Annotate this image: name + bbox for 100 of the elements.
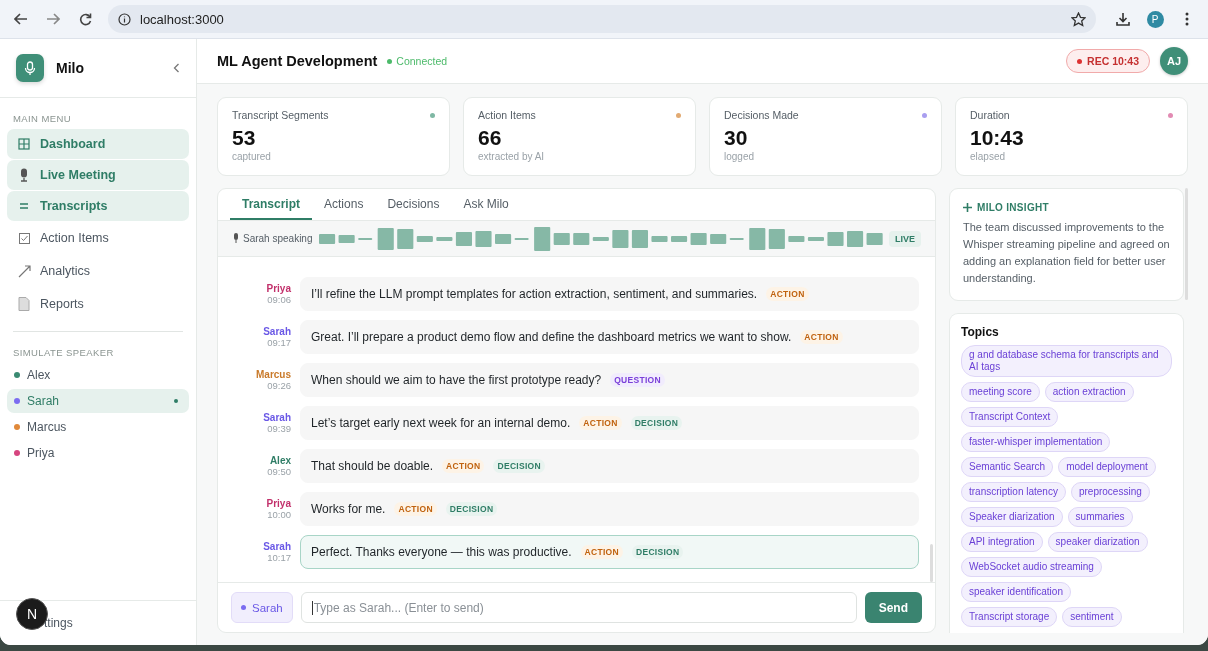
address-bar[interactable]: localhost:3000 <box>108 5 1096 33</box>
tag: ACTION <box>442 459 485 473</box>
message-text: Perfect. Thanks everyone — this was productive. <box>311 545 572 559</box>
timestamp: 10:17 <box>266 552 291 563</box>
stat-value: 30 <box>724 126 749 150</box>
stat-value: 53 <box>232 126 257 150</box>
tag: DECISION <box>445 502 498 516</box>
speaker-item[interactable]: Marcus <box>7 415 189 439</box>
topic-tag[interactable]: transcription latency <box>961 482 1066 502</box>
tag: DECISION <box>493 459 545 473</box>
tag: ACTION <box>800 330 843 344</box>
topic-tag[interactable]: model deployment <box>1058 457 1156 477</box>
checkbox-icon <box>18 232 30 244</box>
lines-icon <box>19 202 29 210</box>
live-badge: LIVE <box>889 230 921 247</box>
tab[interactable]: Ask Milo <box>451 189 521 220</box>
tab[interactable]: Actions <box>312 189 376 220</box>
insight-text: The team discussed improvements to the Whisper streaming pipeline and agreed on adding an explanation field for better user understanding. <box>963 220 1170 286</box>
stat-value: 66 <box>478 126 503 150</box>
send-button[interactable]: Send <box>864 592 922 623</box>
forward-icon[interactable] <box>46 13 60 25</box>
stat-caption: captured <box>232 151 272 162</box>
nav-item[interactable]: Live Meeting <box>7 160 189 190</box>
topic-tag[interactable]: summaries <box>1067 507 1133 527</box>
meeting-title: ML Agent Development <box>217 53 378 69</box>
reload-icon[interactable] <box>78 12 92 26</box>
topic-tag[interactable]: Semantic Search <box>961 457 1054 477</box>
speaker-name: Priya <box>265 283 291 294</box>
nav-item[interactable]: Analytics <box>7 255 189 287</box>
speaking-indicator: Sarah speaking <box>232 233 313 244</box>
stat-caption: logged <box>724 151 756 162</box>
info-icon[interactable] <box>118 12 131 26</box>
topic-tag[interactable]: meeting score <box>961 382 1040 402</box>
menu-icon[interactable] <box>1185 12 1189 26</box>
topic-tag[interactable]: speaker diarization <box>1047 532 1148 552</box>
section-heading: MAIN MENU <box>13 113 72 124</box>
stat-label: Transcript Segments <box>232 109 330 121</box>
nav-item[interactable]: Action Items <box>7 222 189 254</box>
url-text: localhost:3000 <box>140 11 224 27</box>
stat-label: Action Items <box>478 109 537 121</box>
tag: ACTION <box>394 502 437 516</box>
message-text: I’ll refine the LLM prompt templates for action extraction, sentiment, and summaries. <box>311 287 758 301</box>
trend-icon <box>17 264 31 278</box>
star-icon[interactable] <box>1071 11 1086 27</box>
stat-label: Decisions Made <box>724 109 800 121</box>
topic-tag[interactable]: Transcript storage <box>961 607 1058 627</box>
profile-avatar[interactable]: P <box>1146 10 1164 28</box>
speaker-chip[interactable]: Sarah <box>231 592 293 623</box>
stat-label: Duration <box>970 109 1011 121</box>
speaker-name: Alex <box>268 455 291 466</box>
message-text: Great. I’ll prepare a product demo flow and define the dashboard metrics we want to show. <box>311 330 792 344</box>
topic-tag[interactable]: g and database schema for transcripts and AI tags <box>961 345 1172 377</box>
active-dot <box>174 399 178 403</box>
speaker-name: Marcus <box>255 369 291 380</box>
scrollbar[interactable] <box>930 544 933 582</box>
topics-heading: Topics <box>961 325 1000 339</box>
topic-tag[interactable]: faster-whisper implementation <box>961 432 1111 452</box>
tag: ACTION <box>580 545 623 559</box>
topic-tag[interactable]: speaker identification <box>961 582 1071 602</box>
nav-item[interactable]: Dashboard <box>7 129 189 159</box>
tag: QUESTION <box>610 373 665 387</box>
document-icon <box>18 297 30 311</box>
timestamp: 09:06 <box>266 294 291 305</box>
tab[interactable]: Decisions <box>375 189 452 220</box>
topic-tag[interactable]: API integration <box>961 532 1043 552</box>
message-input[interactable]: Type as Sarah... (Enter to send) <box>300 592 857 623</box>
tag: ACTION <box>579 416 622 430</box>
recording-badge: REC 10:43 <box>1066 49 1150 73</box>
timestamp: 09:17 <box>266 337 291 348</box>
topic-tag[interactable]: Transcript Context <box>961 407 1059 427</box>
nav-item[interactable]: Reports <box>7 288 189 320</box>
speaker-item[interactable]: Priya <box>7 441 189 465</box>
timestamp: 09:26 <box>266 380 291 391</box>
stat-caption: elapsed <box>970 151 1007 162</box>
timestamp: 10:00 <box>266 509 291 520</box>
grid-icon <box>18 138 30 150</box>
topic-tag[interactable]: sentiment <box>1062 607 1122 627</box>
user-avatar[interactable]: AJ <box>1160 47 1188 75</box>
back-icon[interactable] <box>14 13 28 25</box>
topic-tag[interactable]: Speaker diarization <box>961 507 1063 527</box>
topic-tag[interactable]: WebSocket audio streaming <box>961 557 1102 577</box>
tag: DECISION <box>630 416 683 430</box>
speaker-name: Sarah <box>262 412 291 423</box>
speaker-name: Priya <box>265 498 291 509</box>
speaker-item[interactable]: Sarah <box>7 389 189 413</box>
app-name: Milo <box>56 60 85 76</box>
timestamp: 09:50 <box>266 466 291 477</box>
speaker-item[interactable]: Alex <box>7 363 189 387</box>
message-text: Works for me. <box>311 502 386 516</box>
collapse-icon[interactable] <box>173 63 180 73</box>
download-icon[interactable] <box>1116 12 1130 26</box>
microphone-icon <box>18 168 30 182</box>
speaker-name: Sarah <box>262 541 291 552</box>
message-text: That should be doable. <box>311 459 434 473</box>
topic-tag[interactable]: preprocessing <box>1070 482 1150 502</box>
nav-item[interactable]: Transcripts <box>7 191 189 221</box>
app-logo <box>16 54 44 82</box>
sparkle-icon <box>963 203 972 212</box>
topic-tag[interactable]: action extraction <box>1044 382 1134 402</box>
stat-value: 10:43 <box>970 126 1025 150</box>
